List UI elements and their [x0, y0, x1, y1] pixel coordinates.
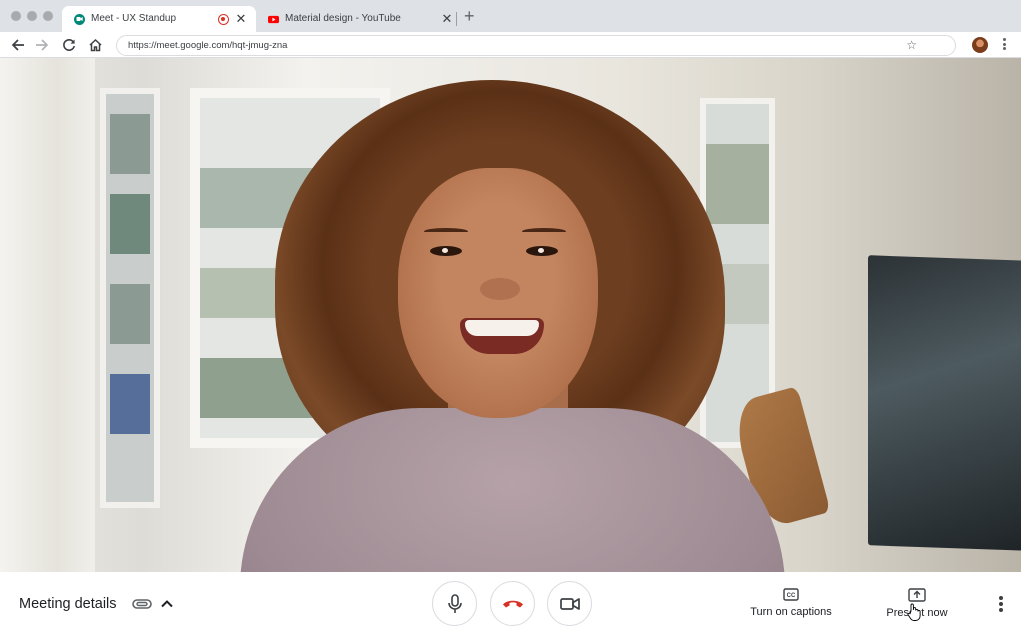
back-button[interactable] [8, 35, 28, 55]
svg-text:CC: CC [787, 593, 796, 599]
browser-menu-icon[interactable] [1001, 38, 1007, 52]
profile-avatar[interactable] [972, 37, 988, 53]
background-curtain [0, 58, 95, 572]
end-call-icon [502, 600, 523, 607]
reload-icon [63, 38, 75, 51]
more-options-icon[interactable] [996, 596, 1006, 614]
background-window-left [100, 88, 160, 508]
tab-close-icon[interactable]: ✕ [234, 12, 248, 26]
end-call-button[interactable] [490, 581, 535, 626]
captions-label: Turn on captions [750, 606, 832, 618]
forward-button[interactable] [32, 35, 52, 55]
window-minimize-dot[interactable] [27, 11, 37, 21]
participant-video [0, 58, 1021, 572]
left-brow [424, 228, 468, 235]
google-meet-icon [74, 14, 85, 25]
present-screen-icon [908, 588, 926, 602]
recording-indicator-icon [218, 14, 229, 25]
arrow-back-icon [11, 39, 24, 51]
address-url: https://meet.google.com/hqt-jmug-zna [128, 40, 288, 51]
browser-toolbar: https://meet.google.com/hqt-jmug-zna ☆ [0, 32, 1021, 58]
tab-material-design-youtube[interactable]: Material design - YouTube ✕ [256, 6, 456, 32]
tab-title: Material design - YouTube [285, 13, 401, 24]
meeting-details-button[interactable]: Meeting details [19, 596, 117, 612]
right-eye [526, 246, 558, 256]
youtube-icon [268, 15, 279, 24]
closed-captions-icon: CC [783, 588, 799, 601]
background-monitor [868, 255, 1021, 551]
tab-separator [456, 12, 457, 26]
address-bar[interactable]: https://meet.google.com/hqt-jmug-zna ☆ [116, 35, 956, 56]
browser-window: Meet - UX Standup ✕ Material design - Yo… [0, 0, 1021, 635]
smile [460, 318, 544, 354]
participant-face [398, 168, 598, 418]
reload-button[interactable] [59, 35, 79, 55]
camera-button[interactable] [547, 581, 592, 626]
hand-cursor-icon [907, 603, 921, 621]
meeting-control-bar: Meeting details CC Turn on captions Pres… [0, 572, 1021, 635]
tab-meet-ux-standup[interactable]: Meet - UX Standup ✕ [62, 6, 256, 32]
bookmark-star-icon[interactable]: ☆ [906, 38, 917, 52]
camera-icon [559, 597, 580, 610]
turn-on-captions-button[interactable]: CC Turn on captions [747, 588, 835, 618]
new-tab-icon[interactable]: + [464, 6, 475, 26]
home-button[interactable] [85, 35, 105, 55]
window-close-dot[interactable] [11, 11, 21, 21]
microphone-button[interactable] [432, 581, 477, 626]
chevron-up-icon[interactable] [159, 596, 175, 612]
tab-strip: Meet - UX Standup ✕ Material design - Yo… [0, 0, 1021, 32]
tab-close-icon[interactable]: ✕ [440, 12, 454, 26]
tab-title: Meet - UX Standup [91, 13, 177, 24]
nose [480, 278, 520, 300]
home-icon [88, 38, 102, 52]
right-brow [522, 228, 566, 235]
arrow-forward-icon [36, 39, 49, 51]
attachment-icon[interactable] [131, 596, 153, 612]
left-eye [430, 246, 462, 256]
mic-icon [447, 593, 462, 613]
window-maximize-dot[interactable] [43, 11, 53, 21]
